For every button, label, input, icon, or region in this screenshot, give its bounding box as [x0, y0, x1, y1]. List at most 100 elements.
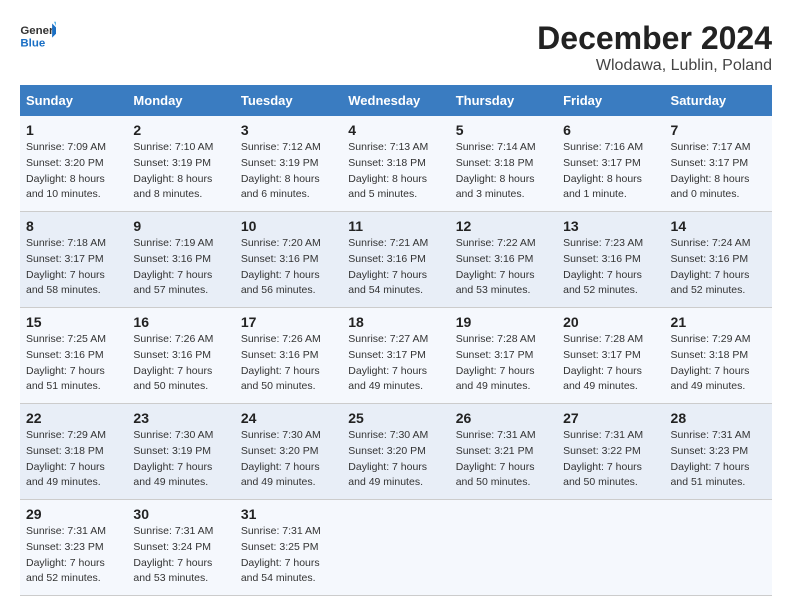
day-info: Sunrise: 7:30 AMSunset: 3:19 PMDaylight:… [133, 428, 228, 491]
page-subtitle: Wlodawa, Lublin, Poland [537, 57, 772, 75]
day-number: 3 [241, 122, 336, 138]
day-info: Sunrise: 7:26 AMSunset: 3:16 PMDaylight:… [133, 332, 228, 395]
day-number: 27 [563, 410, 658, 426]
day-number: 11 [348, 218, 443, 234]
day-number: 31 [241, 506, 336, 522]
day-number: 26 [456, 410, 551, 426]
table-cell: 30 Sunrise: 7:31 AMSunset: 3:24 PMDayligh… [127, 500, 234, 596]
table-cell: 4 Sunrise: 7:13 AMSunset: 3:18 PMDaylight… [342, 116, 449, 212]
day-info: Sunrise: 7:31 AMSunset: 3:23 PMDaylight:… [26, 524, 121, 587]
col-saturday: Saturday [665, 85, 772, 116]
table-cell: 7 Sunrise: 7:17 AMSunset: 3:17 PMDaylight… [665, 116, 772, 212]
table-cell: 26Sunrise: 7:31 AMSunset: 3:21 PMDayligh… [450, 404, 557, 500]
day-number: 24 [241, 410, 336, 426]
day-number: 2 [133, 122, 228, 138]
table-cell: 21 Sunrise: 7:29 AMSunset: 3:18 PMDayligh… [665, 308, 772, 404]
table-cell: 25 Sunrise: 7:30 AMSunset: 3:20 PMDayligh… [342, 404, 449, 500]
day-info: Sunrise: 7:23 AMSunset: 3:16 PMDaylight:… [563, 236, 658, 299]
table-cell: 20 Sunrise: 7:28 AMSunset: 3:17 PMDayligh… [557, 308, 664, 404]
day-info: Sunrise: 7:18 AMSunset: 3:17 PMDaylight:… [26, 236, 121, 299]
table-cell: 13 Sunrise: 7:23 AMSunset: 3:16 PMDayligh… [557, 212, 664, 308]
col-wednesday: Wednesday [342, 85, 449, 116]
day-number: 6 [563, 122, 658, 138]
table-cell [450, 500, 557, 596]
svg-text:General: General [20, 25, 56, 37]
table-cell: 16Sunrise: 7:26 AMSunset: 3:16 PMDayligh… [127, 308, 234, 404]
title-block: December 2024 Wlodawa, Lublin, Poland [537, 20, 772, 75]
day-info: Sunrise: 7:30 AMSunset: 3:20 PMDaylight:… [348, 428, 443, 491]
table-cell: 6 Sunrise: 7:16 AMSunset: 3:17 PMDaylight… [557, 116, 664, 212]
day-info: Sunrise: 7:09 AMSunset: 3:20 PMDaylight:… [26, 140, 121, 203]
day-info: Sunrise: 7:31 AMSunset: 3:23 PMDaylight:… [671, 428, 766, 491]
day-number: 17 [241, 314, 336, 330]
table-cell [342, 500, 449, 596]
day-info: Sunrise: 7:29 AMSunset: 3:18 PMDaylight:… [671, 332, 766, 395]
day-info: Sunrise: 7:31 AMSunset: 3:25 PMDaylight:… [241, 524, 336, 587]
day-info: Sunrise: 7:25 AMSunset: 3:16 PMDaylight:… [26, 332, 121, 395]
day-number: 13 [563, 218, 658, 234]
day-info: Sunrise: 7:26 AMSunset: 3:16 PMDaylight:… [241, 332, 336, 395]
day-info: Sunrise: 7:12 AMSunset: 3:19 PMDaylight:… [241, 140, 336, 203]
day-info: Sunrise: 7:28 AMSunset: 3:17 PMDaylight:… [563, 332, 658, 395]
calendar-table: Sunday Monday Tuesday Wednesday Thursday… [20, 85, 772, 596]
day-number: 29 [26, 506, 121, 522]
day-info: Sunrise: 7:28 AMSunset: 3:17 PMDaylight:… [456, 332, 551, 395]
table-cell: 29 Sunrise: 7:31 AMSunset: 3:23 PMDayligh… [20, 500, 127, 596]
table-cell: 8 Sunrise: 7:18 AMSunset: 3:17 PMDaylight… [20, 212, 127, 308]
day-info: Sunrise: 7:31 AMSunset: 3:24 PMDaylight:… [133, 524, 228, 587]
day-number: 18 [348, 314, 443, 330]
table-cell: 31 Sunrise: 7:31 AMSunset: 3:25 PMDayligh… [235, 500, 342, 596]
svg-text:Blue: Blue [20, 37, 45, 49]
day-number: 20 [563, 314, 658, 330]
table-cell: 5Sunrise: 7:14 AMSunset: 3:18 PMDaylight… [450, 116, 557, 212]
day-info: Sunrise: 7:17 AMSunset: 3:17 PMDaylight:… [671, 140, 766, 203]
table-cell: 12Sunrise: 7:22 AMSunset: 3:16 PMDayligh… [450, 212, 557, 308]
table-cell: 9Sunrise: 7:19 AMSunset: 3:16 PMDaylight… [127, 212, 234, 308]
table-cell [557, 500, 664, 596]
day-number: 28 [671, 410, 766, 426]
day-number: 22 [26, 410, 121, 426]
table-cell: 14Sunrise: 7:24 AMSunset: 3:16 PMDayligh… [665, 212, 772, 308]
day-info: Sunrise: 7:13 AMSunset: 3:18 PMDaylight:… [348, 140, 443, 203]
table-cell: 18 Sunrise: 7:27 AMSunset: 3:17 PMDayligh… [342, 308, 449, 404]
day-info: Sunrise: 7:16 AMSunset: 3:17 PMDaylight:… [563, 140, 658, 203]
day-info: Sunrise: 7:29 AMSunset: 3:18 PMDaylight:… [26, 428, 121, 491]
day-number: 21 [671, 314, 766, 330]
table-cell: 22 Sunrise: 7:29 AMSunset: 3:18 PMDayligh… [20, 404, 127, 500]
day-number: 25 [348, 410, 443, 426]
table-cell: 3 Sunrise: 7:12 AMSunset: 3:19 PMDaylight… [235, 116, 342, 212]
day-number: 8 [26, 218, 121, 234]
day-number: 30 [133, 506, 228, 522]
day-info: Sunrise: 7:10 AMSunset: 3:19 PMDaylight:… [133, 140, 228, 203]
col-friday: Friday [557, 85, 664, 116]
col-monday: Monday [127, 85, 234, 116]
day-number: 19 [456, 314, 551, 330]
table-cell: 15 Sunrise: 7:25 AMSunset: 3:16 PMDayligh… [20, 308, 127, 404]
day-number: 9 [133, 218, 228, 234]
header-row: Sunday Monday Tuesday Wednesday Thursday… [20, 85, 772, 116]
table-cell: 10 Sunrise: 7:20 AMSunset: 3:16 PMDayligh… [235, 212, 342, 308]
table-cell: 2 Sunrise: 7:10 AMSunset: 3:19 PMDaylight… [127, 116, 234, 212]
week-row-5: 29 Sunrise: 7:31 AMSunset: 3:23 PMDayligh… [20, 500, 772, 596]
day-number: 7 [671, 122, 766, 138]
day-info: Sunrise: 7:31 AMSunset: 3:22 PMDaylight:… [563, 428, 658, 491]
week-row-2: 8 Sunrise: 7:18 AMSunset: 3:17 PMDaylight… [20, 212, 772, 308]
day-number: 12 [456, 218, 551, 234]
day-number: 1 [26, 122, 121, 138]
day-number: 23 [133, 410, 228, 426]
logo: General Blue [20, 20, 56, 50]
logo-icon: General Blue [20, 20, 56, 50]
week-row-1: 1 Sunrise: 7:09 AMSunset: 3:20 PMDaylight… [20, 116, 772, 212]
day-number: 15 [26, 314, 121, 330]
table-cell: 19 Sunrise: 7:28 AMSunset: 3:17 PMDayligh… [450, 308, 557, 404]
day-info: Sunrise: 7:21 AMSunset: 3:16 PMDaylight:… [348, 236, 443, 299]
table-cell: 23 Sunrise: 7:30 AMSunset: 3:19 PMDayligh… [127, 404, 234, 500]
col-thursday: Thursday [450, 85, 557, 116]
day-info: Sunrise: 7:20 AMSunset: 3:16 PMDaylight:… [241, 236, 336, 299]
table-cell: 27 Sunrise: 7:31 AMSunset: 3:22 PMDayligh… [557, 404, 664, 500]
table-cell [665, 500, 772, 596]
day-number: 4 [348, 122, 443, 138]
day-number: 10 [241, 218, 336, 234]
day-info: Sunrise: 7:27 AMSunset: 3:17 PMDaylight:… [348, 332, 443, 395]
week-row-4: 22 Sunrise: 7:29 AMSunset: 3:18 PMDayligh… [20, 404, 772, 500]
